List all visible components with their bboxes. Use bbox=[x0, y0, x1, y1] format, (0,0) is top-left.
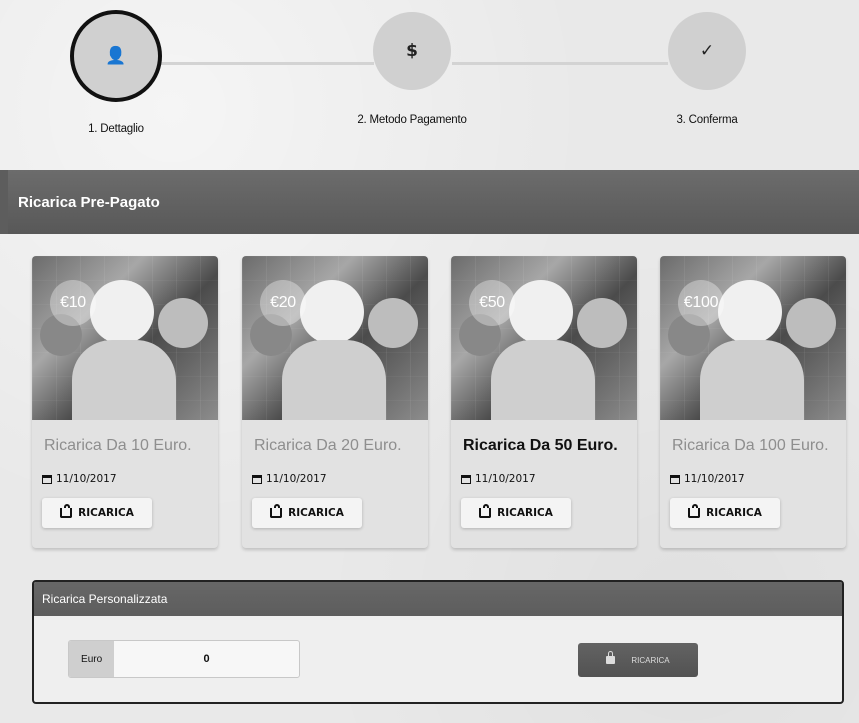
checkout-wizard: 👤 1. Dettaglio $ 2. Metodo Pagamento ✓ 3… bbox=[0, 0, 859, 150]
wizard-step-conferma[interactable]: ✓ 3. Conferma bbox=[617, 12, 797, 126]
card-image: €10 bbox=[32, 256, 218, 420]
custom-recharge-header: Ricarica Personalizzata bbox=[34, 582, 842, 616]
lock-icon bbox=[606, 651, 616, 664]
recharge-card-10: €10 Ricarica Da 10 Euro. 11/10/2017 RICA… bbox=[32, 256, 218, 548]
recharge-button-50[interactable]: RICARICA bbox=[461, 498, 571, 528]
recharge-card-20: €20 Ricarica Da 20 Euro. 11/10/2017 RICA… bbox=[242, 256, 428, 548]
price-badge: €10 bbox=[50, 280, 96, 326]
image-shape bbox=[158, 298, 208, 348]
calendar-icon bbox=[670, 474, 680, 484]
wizard-step-label-metodo-pagamento: 2. Metodo Pagamento bbox=[357, 114, 467, 126]
wizard-step-circle-conferma: ✓ bbox=[668, 12, 746, 90]
basket-icon bbox=[688, 504, 701, 518]
section-header-edge bbox=[0, 170, 8, 234]
card-date-text: 11/10/2017 bbox=[266, 473, 327, 485]
custom-recharge-button-label: RICARICA bbox=[631, 655, 670, 665]
image-shape bbox=[491, 340, 595, 420]
wizard-step-label-dettaglio: 1. Dettaglio bbox=[88, 123, 144, 135]
card-date-text: 11/10/2017 bbox=[475, 473, 536, 485]
card-title: Ricarica Da 20 Euro. bbox=[254, 437, 402, 454]
recharge-button-label: RICARICA bbox=[706, 507, 762, 519]
page: 👤 1. Dettaglio $ 2. Metodo Pagamento ✓ 3… bbox=[0, 0, 859, 723]
recharge-button-100[interactable]: RICARICA bbox=[670, 498, 780, 528]
calendar-icon bbox=[252, 474, 262, 484]
card-title: Ricarica Da 100 Euro. bbox=[672, 437, 829, 454]
price-badge: €50 bbox=[469, 280, 515, 326]
card-date: 11/10/2017 bbox=[660, 458, 846, 485]
recharge-button-label: RICARICA bbox=[497, 507, 553, 519]
price-badge: €20 bbox=[260, 280, 306, 326]
card-title: Ricarica Da 50 Euro. bbox=[463, 437, 618, 454]
custom-recharge-button[interactable]: RICARICA bbox=[578, 643, 698, 677]
check-icon: ✓ bbox=[699, 41, 715, 61]
recharge-button-label: RICARICA bbox=[288, 507, 344, 519]
basket-icon bbox=[60, 504, 73, 518]
recharge-card-50: €50 Ricarica Da 50 Euro. 11/10/2017 RICA… bbox=[451, 256, 637, 548]
image-shape bbox=[368, 298, 418, 348]
card-date: 11/10/2017 bbox=[451, 458, 637, 485]
basket-icon bbox=[270, 504, 283, 518]
section-title: Ricarica Pre-Pagato bbox=[18, 193, 160, 211]
user-icon: 👤 bbox=[105, 46, 127, 66]
card-date: 11/10/2017 bbox=[242, 458, 428, 485]
card-image: €20 bbox=[242, 256, 428, 420]
euro-label: Euro bbox=[69, 641, 115, 677]
image-shape bbox=[700, 340, 804, 420]
card-date-text: 11/10/2017 bbox=[684, 473, 745, 485]
section-header: Ricarica Pre-Pagato bbox=[0, 170, 859, 234]
card-date: 11/10/2017 bbox=[32, 458, 218, 485]
recharge-button-20[interactable]: RICARICA bbox=[252, 498, 362, 528]
card-title: Ricarica Da 10 Euro. bbox=[44, 437, 192, 454]
dollar-icon: $ bbox=[406, 41, 418, 61]
price-badge: €100 bbox=[678, 280, 724, 326]
custom-recharge-body: Euro RICARICA bbox=[34, 616, 842, 702]
image-shape bbox=[577, 298, 627, 348]
recharge-card-100: €100 Ricarica Da 100 Euro. 11/10/2017 RI… bbox=[660, 256, 846, 548]
card-image: €50 bbox=[451, 256, 637, 420]
image-shape bbox=[786, 298, 836, 348]
recharge-card-list: €10 Ricarica Da 10 Euro. 11/10/2017 RICA… bbox=[32, 256, 847, 552]
custom-recharge-panel: Ricarica Personalizzata Euro RICARICA bbox=[32, 580, 844, 704]
basket-icon bbox=[479, 504, 492, 518]
wizard-step-dettaglio[interactable]: 👤 1. Dettaglio bbox=[26, 10, 206, 135]
image-shape bbox=[282, 340, 386, 420]
wizard-step-metodo-pagamento[interactable]: $ 2. Metodo Pagamento bbox=[322, 12, 502, 126]
euro-input-group: Euro bbox=[68, 640, 300, 678]
card-image: €100 bbox=[660, 256, 846, 420]
image-shape bbox=[72, 340, 176, 420]
image-shape bbox=[718, 280, 782, 344]
calendar-icon bbox=[42, 474, 52, 484]
image-shape bbox=[90, 280, 154, 344]
euro-amount-input[interactable] bbox=[114, 641, 299, 677]
wizard-step-circle-metodo-pagamento: $ bbox=[373, 12, 451, 90]
image-shape bbox=[509, 280, 573, 344]
recharge-button-label: RICARICA bbox=[78, 507, 134, 519]
image-shape bbox=[300, 280, 364, 344]
recharge-button-10[interactable]: RICARICA bbox=[42, 498, 152, 528]
card-date-text: 11/10/2017 bbox=[56, 473, 117, 485]
calendar-icon bbox=[461, 474, 471, 484]
wizard-step-label-conferma: 3. Conferma bbox=[676, 114, 738, 126]
wizard-step-circle-dettaglio: 👤 bbox=[70, 10, 162, 102]
